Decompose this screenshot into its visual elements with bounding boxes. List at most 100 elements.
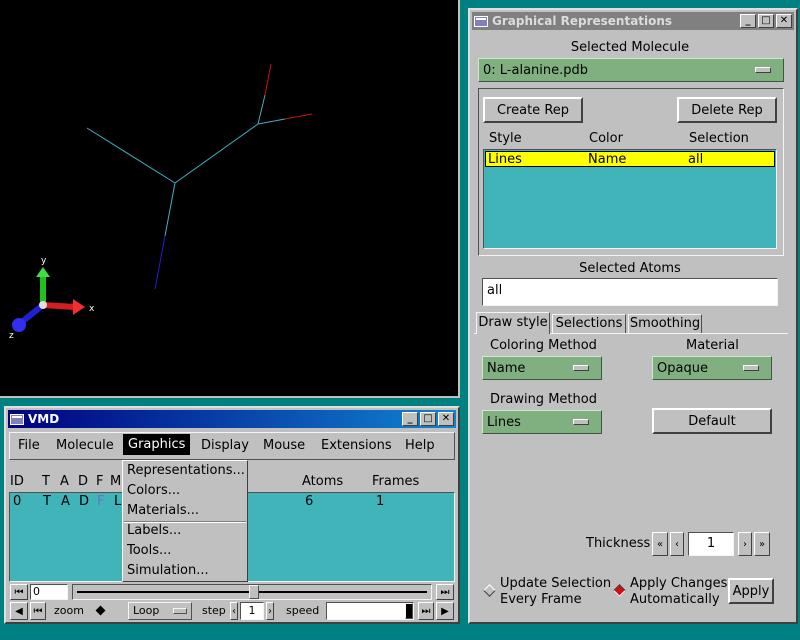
menu-display[interactable]: Display [201, 438, 249, 453]
update-selection-radio-icon[interactable] [483, 584, 496, 597]
frame-slider-track[interactable] [72, 584, 432, 600]
bond-7 [164, 182, 176, 237]
thickness-increase-fast-icon[interactable]: » [754, 532, 770, 556]
vmd-titlebar[interactable]: VMD _ □ ✕ [8, 410, 456, 428]
menu-mouse[interactable]: Mouse [263, 438, 305, 453]
axes-icon [12, 267, 85, 332]
col-header-a: A [60, 474, 69, 489]
graphical-representations-window: Graphical Representations _ □ ✕ Selected… [468, 8, 798, 624]
maximize-icon[interactable]: □ [758, 14, 774, 28]
row-t[interactable]: T [43, 494, 51, 509]
maximize-icon[interactable]: □ [420, 412, 436, 426]
graphreps-titlebar[interactable]: Graphical Representations _ □ ✕ [472, 12, 794, 30]
speed-slider[interactable] [326, 602, 414, 620]
step-increase-icon[interactable]: › [266, 602, 274, 620]
row-a[interactable]: A [61, 494, 70, 509]
rep-header-selection: Selection [689, 131, 749, 146]
minimize-icon[interactable]: _ [402, 412, 418, 426]
thickness-decrease-fast-icon[interactable]: « [652, 532, 668, 556]
rep-row-style: Lines [488, 152, 522, 167]
thickness-decrease-icon[interactable]: ‹ [670, 532, 684, 556]
tab-smoothing[interactable]: Smoothing [628, 314, 702, 334]
goto-end-icon[interactable]: ⏭ [436, 584, 454, 600]
rep-row-color: Name [588, 152, 627, 167]
drawing-method-dropdown[interactable]: Lines [482, 410, 602, 434]
row-id: 0 [13, 494, 22, 509]
selected-atoms-label: Selected Atoms [579, 261, 681, 276]
menu-item-simulation[interactable]: Simulation... [127, 561, 209, 581]
menu-item-representations[interactable]: Representations... [127, 461, 245, 481]
default-button[interactable]: Default [652, 408, 772, 434]
selected-atoms-input[interactable]: all [482, 278, 778, 306]
apply-button[interactable]: Apply [728, 578, 774, 604]
frame-input[interactable]: 0 [30, 584, 68, 600]
rep-header-style: Style [489, 131, 522, 146]
delete-rep-button[interactable]: Delete Rep [677, 97, 777, 123]
step-reverse-icon[interactable]: ⏮ [30, 602, 46, 620]
graphreps-title: Graphical Representations [492, 14, 673, 28]
speed-label: speed [286, 604, 320, 617]
row-f[interactable]: F [97, 494, 104, 509]
thickness-input[interactable]: 1 [688, 532, 734, 556]
vmd-title: VMD [28, 412, 60, 426]
tab-selections[interactable]: Selections [552, 314, 626, 334]
create-rep-button[interactable]: Create Rep [483, 97, 583, 123]
rep-row[interactable]: Lines Name all [485, 151, 775, 167]
dropdown-indicator-icon [743, 365, 759, 371]
step-forward-icon[interactable]: ⏭ [418, 602, 434, 620]
apply-changes-label[interactable]: Apply Changes Automatically [630, 576, 727, 608]
col-header-d: D [78, 474, 89, 489]
col-header-id: ID [10, 474, 24, 489]
loop-dropdown[interactable]: Loop [128, 602, 192, 620]
zoom-label: zoom [54, 604, 84, 617]
frame-slider-thumb[interactable] [249, 585, 259, 599]
bond-4 [264, 63, 272, 96]
dropdown-indicator-icon [755, 67, 771, 73]
menu-help[interactable]: Help [405, 438, 435, 453]
step-label: step [202, 604, 226, 617]
coloring-method-dropdown[interactable]: Name [482, 356, 602, 380]
coloring-method-value: Name [487, 360, 526, 376]
close-icon[interactable]: ✕ [438, 412, 454, 426]
menu-extensions[interactable]: Extensions [321, 438, 392, 453]
material-dropdown[interactable]: Opaque [652, 356, 772, 380]
tab-panel: Coloring Method Name Material Opaque Dra… [474, 333, 788, 617]
selected-molecule-value: 0: L-alanine.pdb [483, 62, 589, 78]
step-input[interactable]: 1 [240, 602, 264, 620]
dropdown-indicator-icon [573, 419, 589, 425]
tab-draw-style[interactable]: Draw style [476, 312, 550, 334]
selected-molecule-label: Selected Molecule [570, 40, 690, 55]
window-menu-icon[interactable] [474, 15, 488, 27]
menu-item-materials[interactable]: Materials... [127, 501, 199, 521]
menu-molecule[interactable]: Molecule [56, 438, 114, 453]
col-header-frames: Frames [372, 474, 420, 489]
menu-item-tools[interactable]: Tools... [127, 541, 171, 561]
opengl-display[interactable]: y x z [0, 0, 460, 398]
menu-item-colors[interactable]: Colors... [127, 481, 180, 501]
menu-file[interactable]: File [18, 438, 40, 453]
rep-list[interactable]: Lines Name all [483, 149, 777, 249]
axis-label-x: x [89, 304, 95, 314]
drawing-method-label: Drawing Method [490, 392, 597, 407]
menu-graphics[interactable]: Graphics [123, 434, 191, 455]
thickness-increase-icon[interactable]: › [738, 532, 752, 556]
speed-slider-thumb[interactable] [405, 603, 413, 619]
step-decrease-icon[interactable]: ‹ [230, 602, 238, 620]
row-d[interactable]: D [79, 494, 89, 509]
selected-molecule-dropdown[interactable]: 0: L-alanine.pdb [478, 58, 784, 82]
menu-item-labels[interactable]: Labels... [127, 521, 181, 541]
play-forward-icon[interactable]: ▶ [436, 602, 454, 620]
row-m: L [114, 494, 122, 509]
goto-start-icon[interactable]: ⏮ [10, 584, 28, 600]
axis-label-z: z [9, 331, 14, 341]
graphics-menu-dropdown: Representations... Colors... Materials..… [122, 460, 248, 582]
minimize-icon[interactable]: _ [740, 14, 756, 28]
apply-changes-radio-icon[interactable] [613, 584, 626, 597]
close-icon[interactable]: ✕ [776, 14, 792, 28]
update-selection-label[interactable]: Update Selection Every Frame [500, 576, 611, 608]
window-menu-icon[interactable] [10, 413, 24, 425]
play-reverse-icon[interactable]: ◀ [10, 602, 28, 620]
rep-row-selection: all [688, 152, 704, 167]
zoom-toggle-icon[interactable] [95, 605, 106, 616]
material-value: Opaque [657, 360, 708, 376]
